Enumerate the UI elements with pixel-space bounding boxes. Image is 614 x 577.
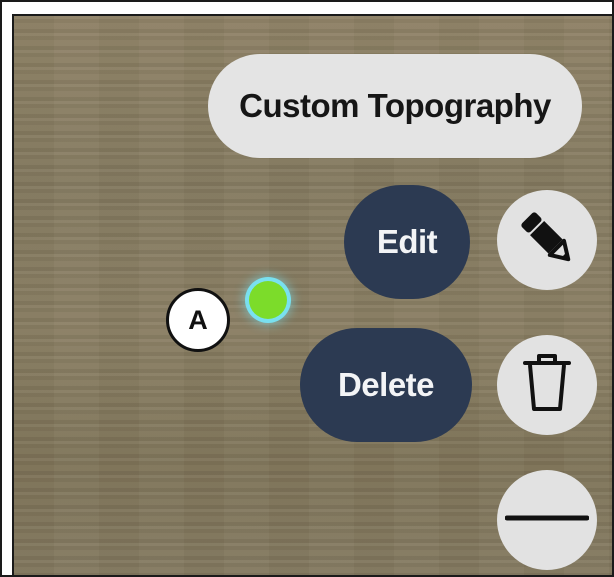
- delete-button[interactable]: Delete: [300, 328, 472, 442]
- pencil-icon: [515, 206, 579, 275]
- marker-a-label: A: [166, 288, 230, 352]
- collapse-fab[interactable]: [497, 470, 597, 570]
- marker-a-text: A: [188, 304, 208, 335]
- screenshot-frame: Custom Topography Edit A Delete: [0, 0, 614, 577]
- trash-icon: [517, 351, 577, 420]
- edit-button-label: Edit: [376, 223, 438, 260]
- delete-button-label: Delete: [337, 366, 435, 403]
- custom-topography-chip[interactable]: Custom Topography: [208, 54, 582, 158]
- map-point-marker[interactable]: [249, 281, 287, 319]
- edit-fab[interactable]: [497, 190, 597, 290]
- custom-topography-label: Custom Topography: [239, 87, 551, 124]
- minus-icon: [504, 508, 590, 533]
- edit-button[interactable]: Edit: [344, 185, 470, 299]
- delete-fab[interactable]: [497, 335, 597, 435]
